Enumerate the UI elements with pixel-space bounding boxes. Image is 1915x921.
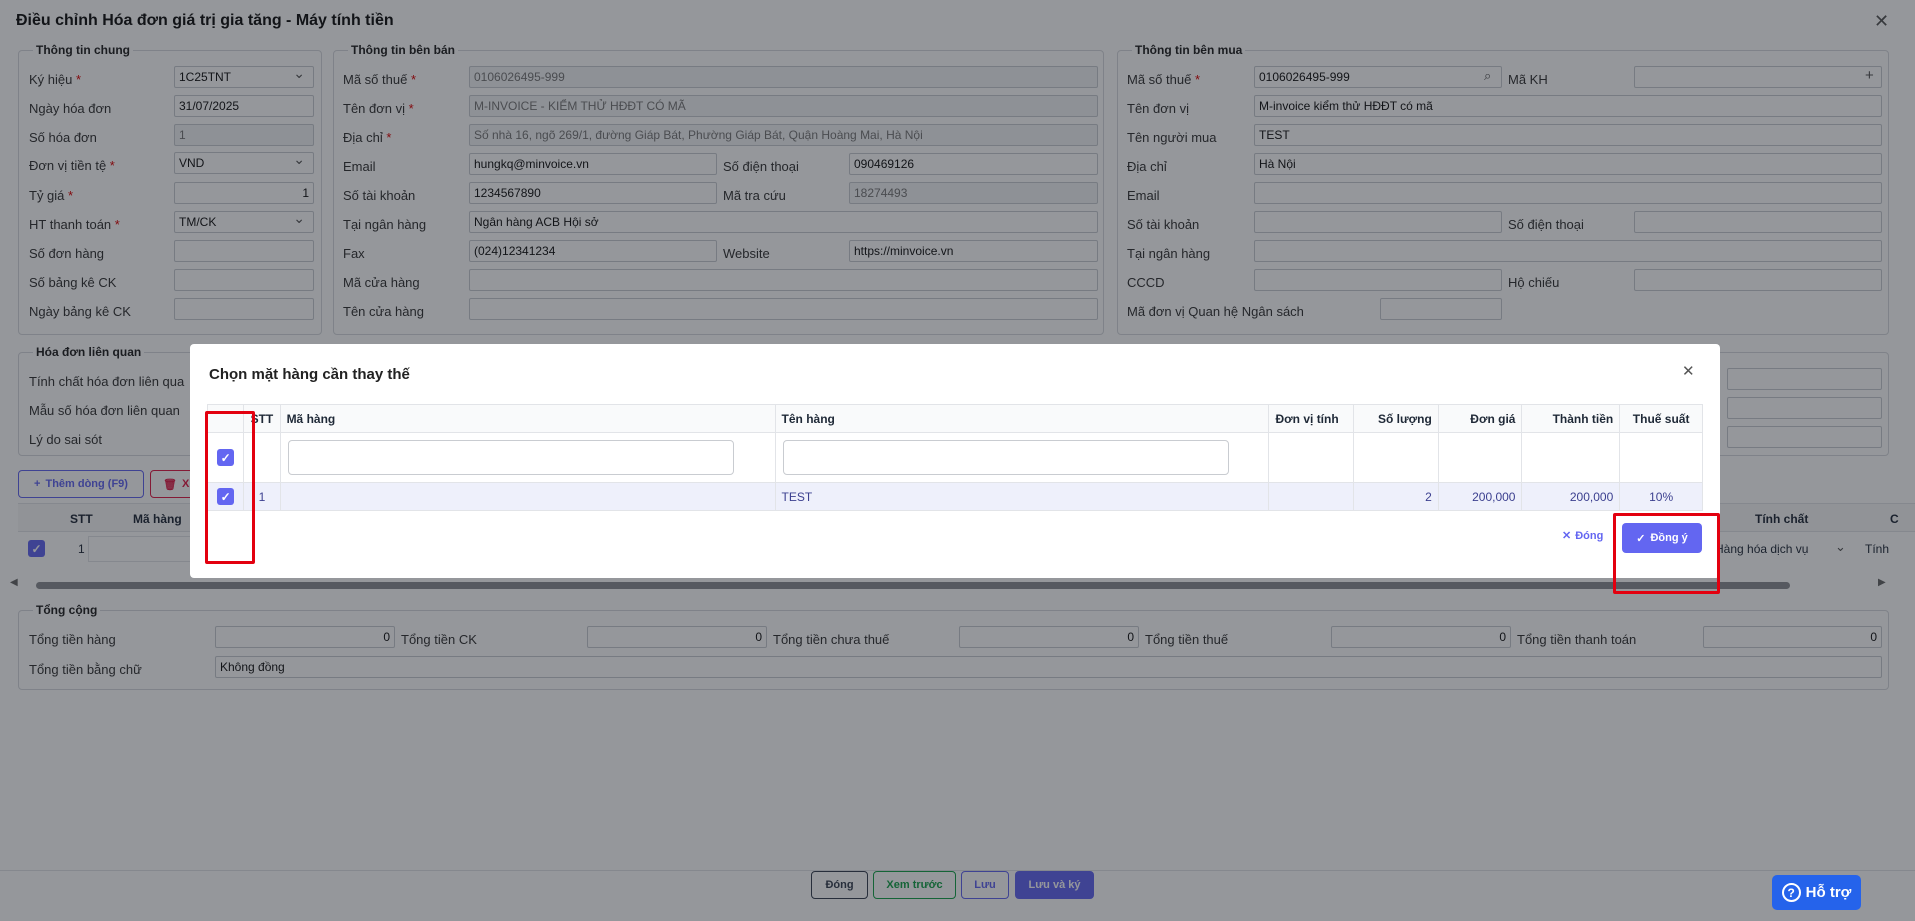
annotation-checkbox-highlight	[205, 411, 255, 564]
filter-ten-hang-input[interactable]	[782, 440, 1229, 475]
modal-header-thue-suat: Thuế suất	[1619, 404, 1703, 433]
filter-thue-suat-cell	[1619, 432, 1703, 483]
modal-header-thanh-tien: Thành tiền	[1521, 404, 1621, 433]
modal-close-label: Đóng	[1575, 530, 1604, 542]
help-button[interactable]: ? Hỗ trợ	[1772, 875, 1861, 910]
filter-thanh-tien-cell	[1521, 432, 1621, 483]
modal-close-button[interactable]: ✕ Đóng	[1562, 529, 1603, 542]
question-icon: ?	[1781, 883, 1801, 902]
select-item-modal: Chọn mặt hàng cần thay thế ✕ STT Mã hàng…	[190, 344, 1720, 578]
close-icon: ✕	[1562, 530, 1572, 542]
item-ma-hang	[279, 482, 776, 511]
help-label: Hỗ trợ	[1805, 884, 1852, 901]
modal-filter-row: ✓	[206, 432, 1703, 483]
item-thue-suat: 10%	[1619, 482, 1703, 511]
filter-ma-hang-cell	[279, 432, 776, 483]
item-ten-hang: TEST	[774, 482, 1270, 511]
modal-header-ten-hang: Tên hàng	[774, 404, 1270, 433]
item-dvt	[1268, 482, 1355, 511]
modal-header-dvt: Đơn vị tính	[1268, 404, 1355, 433]
modal-header-so-luong: Số lượng	[1353, 404, 1439, 433]
filter-ten-hang-cell	[774, 432, 1270, 483]
filter-dvt-cell	[1268, 432, 1355, 483]
modal-header-ma-hang: Mã hàng	[279, 404, 776, 433]
filter-so-luong-cell	[1353, 432, 1439, 483]
filter-don-gia-cell	[1437, 432, 1523, 483]
filter-ma-hang-input[interactable]	[287, 440, 734, 475]
modal-header-don-gia: Đơn giá	[1437, 404, 1523, 433]
item-thanh-tien: 200,000	[1521, 482, 1621, 511]
item-so-luong: 2	[1353, 482, 1439, 511]
modal-header-row: STT Mã hàng Tên hàng Đơn vị tính Số lượn…	[206, 404, 1703, 433]
annotation-ok-highlight	[1613, 513, 1720, 594]
modal-items-table: STT Mã hàng Tên hàng Đơn vị tính Số lượn…	[206, 404, 1703, 511]
modal-item-row[interactable]: ✓ 1 TEST 2 200,000 200,000 10%	[206, 482, 1703, 511]
modal-close-icon[interactable]: ✕	[1682, 364, 1695, 379]
modal-title: Chọn mặt hàng cần thay thế	[209, 366, 410, 383]
item-don-gia: 200,000	[1437, 482, 1523, 511]
